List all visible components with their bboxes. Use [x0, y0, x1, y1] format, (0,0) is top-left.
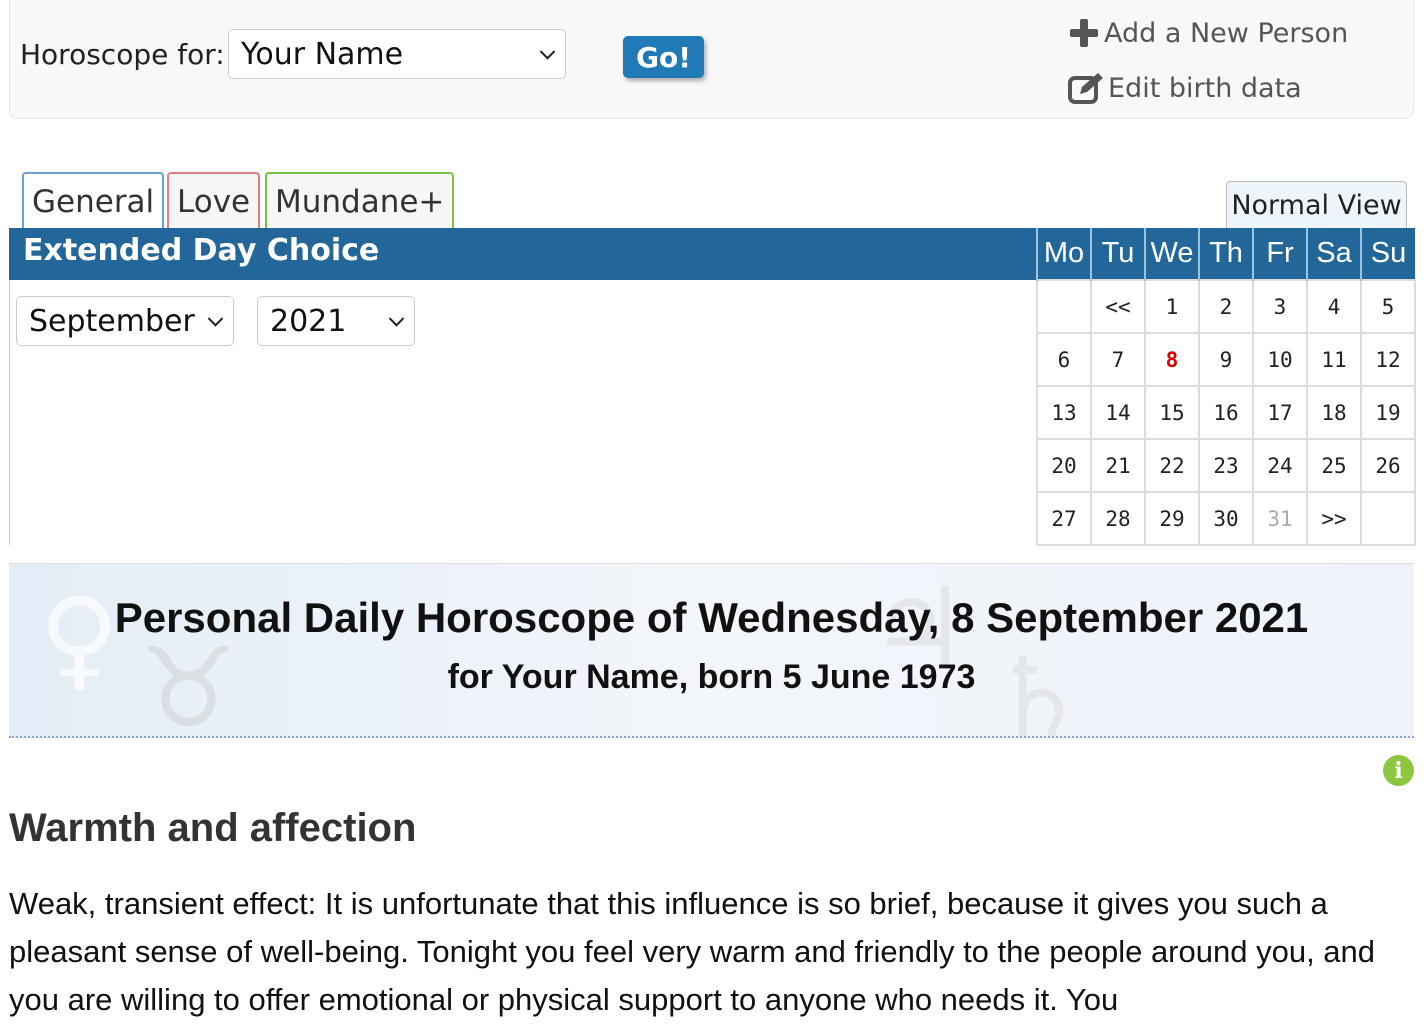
year-select[interactable]: 2021	[257, 296, 415, 346]
calendar-day[interactable]: 16	[1198, 385, 1254, 440]
calendar-day[interactable]: 30	[1198, 491, 1254, 546]
go-button[interactable]: Go!	[623, 36, 704, 78]
calendar-day[interactable]: 6	[1036, 332, 1092, 387]
chevron-down-icon	[207, 311, 224, 327]
calendar-day[interactable]: 15	[1144, 385, 1200, 440]
calendar-day[interactable]: 12	[1360, 332, 1416, 387]
calendar-day[interactable]: 31	[1252, 491, 1308, 546]
calendar-day[interactable]: 7	[1090, 332, 1146, 387]
prev-month-button[interactable]: <<	[1090, 279, 1146, 334]
weekday-header: Sa	[1306, 228, 1361, 280]
calendar-week: 20 21 22 23 24 25 26	[1036, 438, 1416, 493]
chevron-down-icon	[539, 44, 556, 60]
weekday-header: Mo	[1036, 228, 1091, 280]
section-text: Weak, transient effect: It is unfortunat…	[9, 886, 1376, 1017]
calendar-day[interactable]: 17	[1252, 385, 1308, 440]
calendar-day[interactable]: 29	[1144, 491, 1200, 546]
calendar-day[interactable]: 10	[1252, 332, 1308, 387]
calendar-day[interactable]: 21	[1090, 438, 1146, 493]
calendar-day[interactable]: 18	[1306, 385, 1362, 440]
tab-love[interactable]: Love	[167, 172, 261, 228]
calendar-day[interactable]: 19	[1360, 385, 1416, 440]
add-person-label: Add a New Person	[1104, 17, 1349, 49]
add-person-link[interactable]: Add a New Person	[1068, 17, 1348, 49]
calendar-empty-cell	[1036, 279, 1092, 334]
calendar-day[interactable]: 8	[1144, 332, 1200, 387]
tab-mundane[interactable]: Mundane+	[265, 172, 455, 228]
calendar-week: 27 28 29 30 31 >>	[1036, 491, 1416, 546]
calendar-day[interactable]: 11	[1306, 332, 1362, 387]
weekday-header: Th	[1198, 228, 1253, 280]
normal-view-button[interactable]: Normal View	[1226, 181, 1407, 228]
calendar-day[interactable]: 2	[1198, 279, 1254, 334]
person-select[interactable]: Your Name	[228, 29, 566, 79]
calendar-day[interactable]: 22	[1144, 438, 1200, 493]
calendar-day[interactable]: 24	[1252, 438, 1308, 493]
page-subtitle: for Your Name, born 5 June 1973	[447, 658, 976, 696]
calendar-week: << 1 2 3 4 5	[1036, 279, 1416, 334]
calendar-week: 13 14 15 16 17 18 19	[1036, 385, 1416, 440]
edit-birth-data-link[interactable]: Edit birth data	[1068, 72, 1302, 104]
section-title: Warmth and affection	[9, 806, 417, 850]
year-select-value: 2021	[270, 303, 347, 339]
calendar-day[interactable]: 23	[1198, 438, 1254, 493]
plus-icon	[1070, 19, 1098, 47]
divider	[9, 280, 10, 545]
calendar-day[interactable]: 27	[1036, 491, 1092, 546]
weekday-header: Su	[1360, 228, 1415, 280]
weekday-header: Fr	[1252, 228, 1307, 280]
horoscope-banner: ♀ ♉ ♃ ♄ Personal Daily Horoscope of Wedn…	[9, 563, 1414, 738]
calendar: Mo Tu We Th Fr Sa Su << 1 2 3 4 5 6 7 8 9 10 11 12 13 14 15 16 1…	[1036, 228, 1416, 546]
horoscope-for-label: Horoscope for:	[20, 38, 225, 71]
calendar-day[interactable]: 25	[1306, 438, 1362, 493]
calendar-day[interactable]: 9	[1198, 332, 1254, 387]
calendar-day[interactable]: 5	[1360, 279, 1416, 334]
calendar-empty-cell	[1360, 491, 1416, 546]
calendar-day[interactable]: 1	[1144, 279, 1200, 334]
calendar-day[interactable]: 4	[1306, 279, 1362, 334]
weekday-header: Tu	[1090, 228, 1145, 280]
person-select-value: Your Name	[241, 36, 404, 72]
calendar-day[interactable]: 3	[1252, 279, 1308, 334]
edit-birth-data-label: Edit birth data	[1108, 72, 1302, 104]
weekday-header: We	[1144, 228, 1199, 280]
calendar-day[interactable]: 26	[1360, 438, 1416, 493]
chevron-down-icon	[388, 311, 405, 327]
calendar-day[interactable]: 28	[1090, 491, 1146, 546]
extended-day-choice-header: Extended Day Choice	[9, 228, 1036, 280]
calendar-day[interactable]: 13	[1036, 385, 1092, 440]
info-icon[interactable]: i	[1383, 755, 1414, 786]
calendar-day[interactable]: 14	[1090, 385, 1146, 440]
month-select-value: September	[29, 303, 195, 339]
calendar-week: 6 7 8 9 10 11 12	[1036, 332, 1416, 387]
calendar-day[interactable]: 20	[1036, 438, 1092, 493]
edit-icon	[1068, 73, 1103, 104]
tab-general[interactable]: General	[22, 172, 165, 228]
page-title: Personal Daily Horoscope of Wednesday, 8…	[114, 594, 1309, 641]
next-month-button[interactable]: >>	[1306, 491, 1362, 546]
month-select[interactable]: September	[16, 296, 234, 346]
